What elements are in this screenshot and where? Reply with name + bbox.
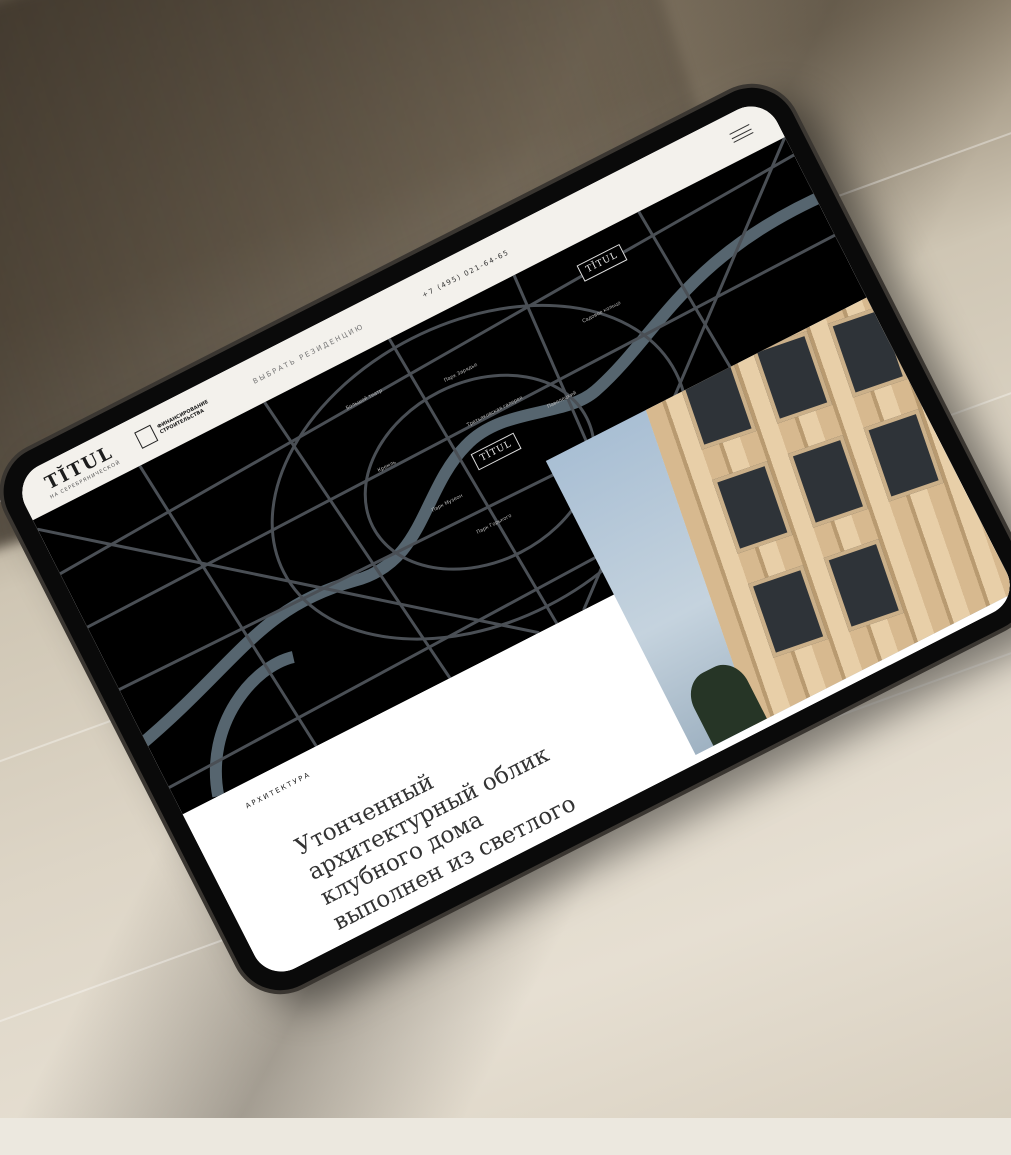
background-photo: TĬTUL НА СЕРЕБРЯНИЧЕСКОЙ ФИНАНСИРОВАНИЕ … xyxy=(0,0,1011,1118)
bottom-strip xyxy=(0,1118,1011,1155)
menu-burger-icon[interactable] xyxy=(728,123,754,143)
partner-mark-icon xyxy=(133,424,159,449)
partner-text: ФИНАНСИРОВАНИЕ СТРОИТЕЛЬСТВА xyxy=(155,399,209,436)
